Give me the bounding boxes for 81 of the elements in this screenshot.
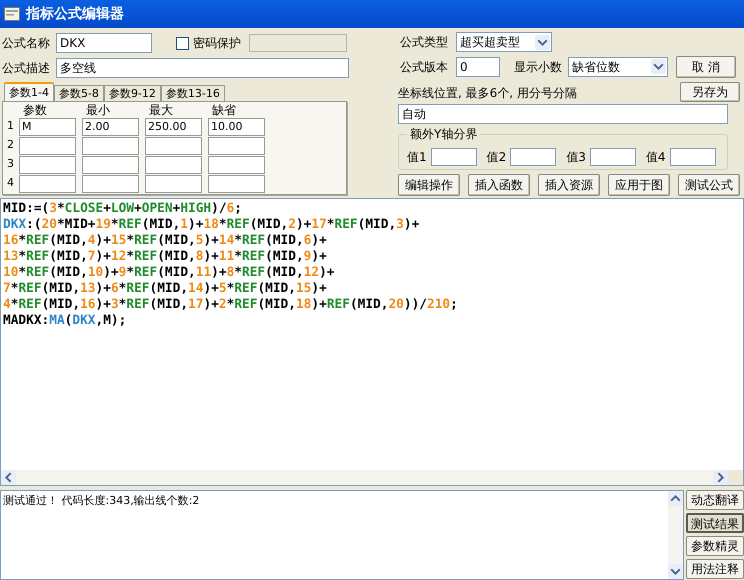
group-title: 额外Y轴分界 bbox=[407, 126, 480, 141]
param-input[interactable] bbox=[19, 136, 76, 154]
password-field[interactable] bbox=[249, 34, 347, 52]
param-input[interactable] bbox=[145, 136, 202, 154]
bound-label: 值4 bbox=[646, 149, 666, 166]
param-tab[interactable]: 参数13-16 bbox=[160, 85, 225, 101]
name-field[interactable]: DKX bbox=[56, 33, 152, 53]
vertical-scrollbar[interactable] bbox=[668, 491, 683, 579]
param-tab[interactable]: 参数9-12 bbox=[104, 85, 161, 101]
param-tab[interactable]: 参数1-4 bbox=[4, 82, 54, 101]
column-header: 最大 bbox=[148, 104, 174, 117]
side-button[interactable]: 参数精灵 bbox=[686, 536, 744, 556]
action-button[interactable]: 插入资源 bbox=[538, 174, 600, 196]
param-input[interactable]: M bbox=[19, 118, 76, 136]
window-icon bbox=[4, 7, 20, 21]
axis-lines-field[interactable]: 自动 bbox=[398, 104, 728, 124]
side-button[interactable]: 动态翻译 bbox=[686, 490, 744, 510]
decimals-dropdown[interactable]: 缺省位数 bbox=[568, 56, 668, 77]
param-input[interactable] bbox=[145, 156, 202, 174]
param-tab[interactable]: 参数5-8 bbox=[54, 85, 104, 101]
code-editor[interactable] bbox=[0, 198, 744, 486]
column-header: 参数 bbox=[22, 104, 48, 117]
param-input[interactable]: 2.00 bbox=[82, 118, 139, 136]
row-number: 2 bbox=[7, 137, 15, 154]
bound-field[interactable] bbox=[430, 148, 477, 166]
param-input[interactable]: 250.00 bbox=[145, 118, 202, 136]
column-header: 缺省 bbox=[211, 104, 237, 117]
param-input[interactable] bbox=[82, 156, 139, 174]
scroll-left-icon[interactable] bbox=[1, 470, 16, 485]
side-button[interactable]: 用法注释 bbox=[686, 559, 744, 579]
param-input[interactable] bbox=[145, 174, 202, 192]
action-button[interactable]: 应用于图 bbox=[608, 174, 670, 196]
axis-lines-label: 坐标线位置, 最多6个, 用分号分隔 bbox=[398, 84, 577, 102]
code-line: 10*REF(MID,10)+9*REF(MID,11)+8*REF(MID,12)+ bbox=[3, 265, 335, 281]
version-field[interactable]: 0 bbox=[456, 56, 500, 77]
bound-field[interactable] bbox=[590, 148, 636, 166]
cancel-button[interactable]: 取 消 bbox=[676, 56, 736, 78]
param-input[interactable] bbox=[19, 174, 76, 192]
param-input[interactable] bbox=[208, 174, 265, 192]
code-line: 4*REF(MID,16)+3*REF(MID,17)+2*REF(MID,18)+REF(MID,20))/210; bbox=[3, 297, 458, 313]
name-label: 公式名称 bbox=[2, 35, 51, 52]
code-line: MADKX:MA(DKX,M); bbox=[3, 313, 126, 329]
action-button[interactable]: 测试公式 bbox=[678, 174, 740, 196]
param-input[interactable] bbox=[19, 156, 76, 174]
password-label: 密码保护 bbox=[193, 35, 241, 52]
code-line: MID:=(3*CLOSE+LOW+OPEN+HIGH)/6; bbox=[3, 201, 242, 217]
column-header: 最小 bbox=[85, 104, 111, 117]
scroll-down-icon[interactable] bbox=[668, 564, 683, 579]
param-input[interactable] bbox=[208, 156, 265, 174]
password-checkbox[interactable] bbox=[176, 36, 189, 50]
action-button[interactable]: 插入函数 bbox=[468, 174, 530, 196]
param-input[interactable] bbox=[82, 136, 139, 154]
row-number: 4 bbox=[7, 175, 15, 192]
output-text: 测试通过！ 代码长度:343,输出线个数:2 bbox=[2, 493, 200, 509]
action-button[interactable]: 编辑操作 bbox=[398, 174, 460, 196]
code-line: 13*REF(MID,7)+12*REF(MID,8)+11*REF(MID,9)+ bbox=[3, 249, 327, 265]
decimals-label: 显示小数 bbox=[514, 58, 563, 76]
type-dropdown[interactable]: 超买超卖型 bbox=[456, 32, 552, 52]
save-as-button[interactable]: 另存为 bbox=[680, 82, 740, 102]
param-input[interactable] bbox=[208, 136, 265, 154]
bound-label: 值3 bbox=[566, 149, 586, 166]
bound-field[interactable] bbox=[510, 148, 556, 166]
bound-field[interactable] bbox=[670, 148, 716, 166]
code-line: 7*REF(MID,13)+6*REF(MID,14)+5*REF(MID,15)+ bbox=[3, 281, 327, 297]
param-input[interactable]: 10.00 bbox=[208, 118, 265, 136]
description-label: 公式描述 bbox=[2, 60, 51, 77]
window-title: 指标公式编辑器 bbox=[26, 4, 124, 24]
scroll-right-icon[interactable] bbox=[713, 470, 728, 485]
horizontal-scrollbar[interactable] bbox=[1, 470, 728, 485]
code-line: DKX:(20*MID+19*REF(MID,1)+18*REF(MID,2)+17*REF(MID,3)+ bbox=[3, 217, 420, 233]
param-input[interactable] bbox=[82, 174, 139, 192]
type-label: 公式类型 bbox=[400, 34, 449, 52]
code-line: 16*REF(MID,4)+15*REF(MID,5)+14*REF(MID,6)+ bbox=[3, 233, 327, 249]
description-field[interactable]: 多空线 bbox=[56, 58, 349, 78]
bound-label: 值2 bbox=[486, 149, 506, 166]
version-label: 公式版本 bbox=[400, 58, 449, 76]
row-number: 1 bbox=[7, 118, 15, 134]
bound-label: 值1 bbox=[407, 149, 427, 166]
scroll-up-icon[interactable] bbox=[668, 491, 683, 506]
row-number: 3 bbox=[7, 156, 15, 172]
side-button[interactable]: 测试结果 bbox=[686, 513, 744, 533]
